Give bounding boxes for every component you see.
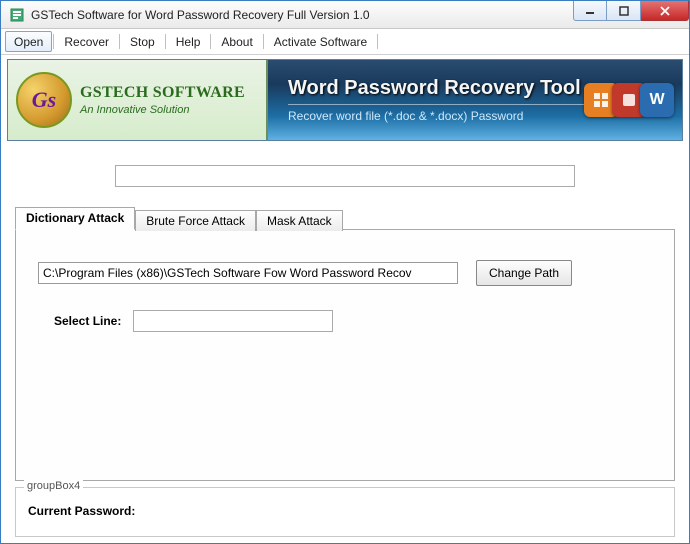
tab-strip: Dictionary Attack Brute Force Attack Mas… (15, 205, 675, 229)
change-path-button[interactable]: Change Path (476, 260, 572, 286)
select-line-input[interactable] (133, 310, 333, 332)
app-icon (9, 7, 25, 23)
menu-recover[interactable]: Recover (55, 31, 118, 52)
close-button[interactable] (641, 1, 689, 21)
word-icon-glyph: W (649, 91, 664, 109)
brand-logo-icon: Gs (16, 72, 72, 128)
menu-open[interactable]: Open (5, 31, 52, 52)
maximize-button[interactable] (607, 1, 641, 21)
brand-text: GSTECH SOFTWARE An Innovative Solution (80, 84, 245, 116)
menu-separator (263, 34, 264, 49)
banner-title-area: Word Password Recovery Tool Recover word… (268, 60, 682, 140)
dictionary-path-row: Change Path (38, 260, 652, 286)
menu-about[interactable]: About (212, 31, 261, 52)
menubar: Open Recover Stop Help About Activate So… (1, 29, 689, 55)
menu-stop[interactable]: Stop (121, 31, 164, 52)
status-groupbox: groupBox4 Current Password: (15, 487, 675, 537)
menu-activate[interactable]: Activate Software (265, 31, 376, 52)
application-window: GSTech Software for Word Password Recove… (0, 0, 690, 544)
select-line-row: Select Line: (54, 310, 652, 332)
attack-tabs: Dictionary Attack Brute Force Attack Mas… (15, 205, 675, 481)
menu-separator (210, 34, 211, 49)
current-password-label: Current Password: (28, 504, 135, 518)
file-path-input[interactable] (115, 165, 575, 187)
tab-mask-attack[interactable]: Mask Attack (256, 210, 343, 231)
menu-help[interactable]: Help (167, 31, 210, 52)
menu-separator (53, 34, 54, 49)
banner-brand: Gs GSTECH SOFTWARE An Innovative Solutio… (8, 60, 268, 140)
brand-logo-text: Gs (32, 87, 56, 113)
minimize-button[interactable] (573, 1, 607, 21)
word-icon: W (640, 83, 674, 117)
tab-dictionary-attack[interactable]: Dictionary Attack (15, 207, 135, 230)
menu-separator (165, 34, 166, 49)
dictionary-path-input[interactable] (38, 262, 458, 284)
content-area: Dictionary Attack Brute Force Attack Mas… (1, 141, 689, 543)
banner-app-icons: W (590, 83, 674, 117)
select-line-label: Select Line: (54, 314, 121, 328)
banner: Gs GSTECH SOFTWARE An Innovative Solutio… (7, 59, 683, 141)
tab-page-dictionary: Change Path Select Line: (15, 229, 675, 481)
brand-tagline: An Innovative Solution (80, 104, 245, 116)
menu-separator (377, 34, 378, 49)
groupbox-label: groupBox4 (24, 480, 83, 492)
file-input-row (15, 165, 675, 187)
titlebar: GSTech Software for Word Password Recove… (1, 1, 689, 29)
window-controls (573, 1, 689, 28)
menu-separator (119, 34, 120, 49)
tab-brute-force-attack[interactable]: Brute Force Attack (135, 210, 256, 231)
brand-name: GSTECH SOFTWARE (80, 84, 245, 102)
window-title: GSTech Software for Word Password Recove… (31, 8, 370, 22)
